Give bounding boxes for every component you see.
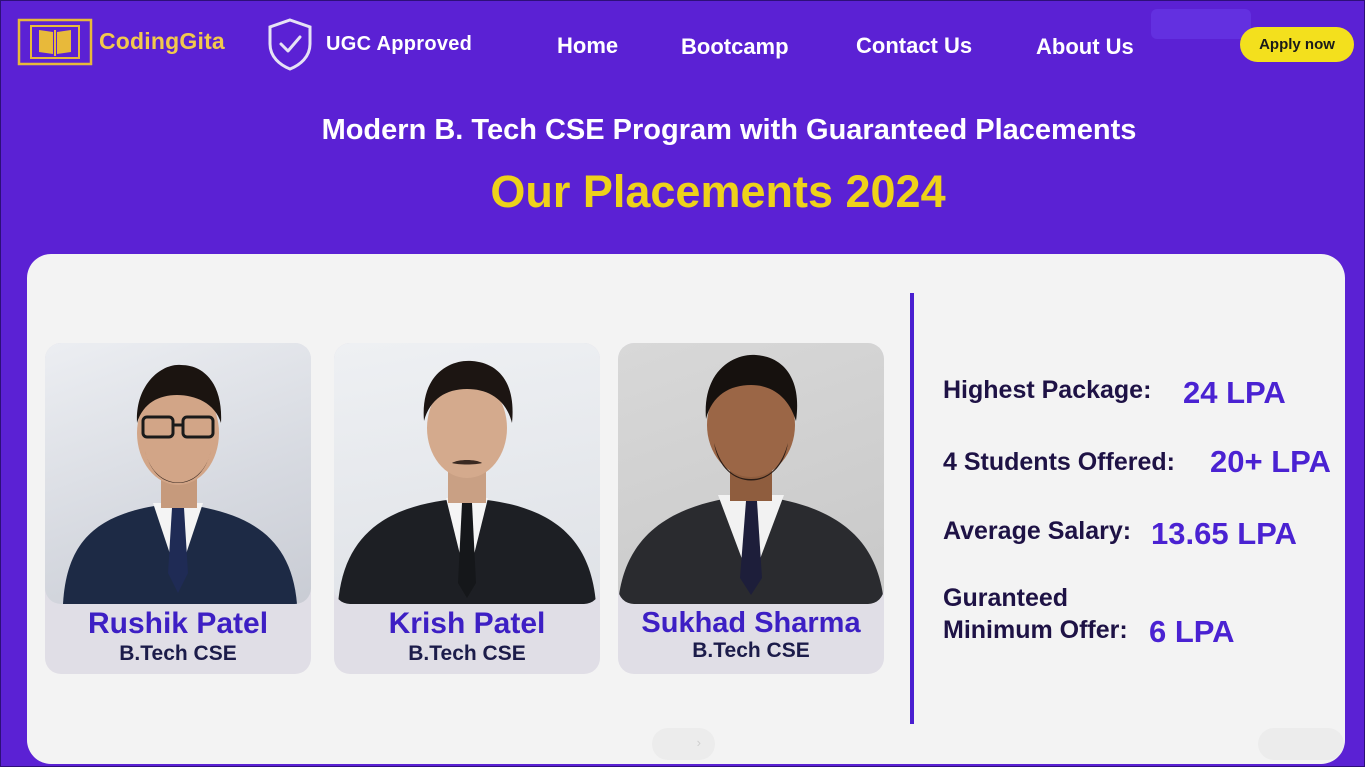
hero-subtitle: Modern B. Tech CSE Program with Guarante…	[321, 114, 1137, 146]
guaranteed-label: Guranteed	[943, 584, 1069, 612]
nav-contact-us[interactable]: Contact Us	[856, 33, 972, 59]
student-photo	[618, 343, 884, 604]
highest-package-label: Highest Package:	[943, 376, 1152, 404]
stats-divider	[910, 293, 914, 724]
student-name: Sukhad Sharma	[641, 607, 861, 639]
apply-now-button[interactable]: Apply now	[1240, 27, 1354, 62]
student-degree: B.Tech CSE	[119, 642, 237, 665]
chevron-right-icon: ›	[696, 735, 701, 750]
student-degree: B.Tech CSE	[692, 639, 810, 662]
student-degree: B.Tech CSE	[408, 642, 526, 665]
students-offered-label: 4 Students Offered:	[943, 448, 1175, 476]
nav-bootcamp[interactable]: Bootcamp	[681, 34, 789, 60]
ugc-badge: UGC Approved	[266, 17, 472, 71]
student-card: Krish Patel B.Tech CSE	[334, 343, 600, 674]
student-card: Sukhad Sharma B.Tech CSE	[618, 343, 884, 674]
brand-name: CodingGita	[99, 27, 225, 54]
ghost-button-shadow	[1151, 9, 1251, 39]
brand-logo[interactable]: CodingGita	[17, 18, 225, 66]
student-photo	[45, 343, 311, 604]
book-logo-icon	[17, 18, 93, 66]
placements-heading: Our Placements 2024	[490, 166, 946, 217]
nav-about-us[interactable]: About Us	[1036, 34, 1134, 60]
student-card: Rushik Patel B.Tech CSE	[45, 343, 311, 674]
nav-home[interactable]: Home	[557, 33, 618, 59]
average-salary-label: Average Salary:	[943, 517, 1132, 545]
students-offered-value: 20+ LPA	[1210, 444, 1331, 479]
carousel-pager[interactable]: ›	[652, 728, 715, 760]
minimum-offer-label: Minimum Offer:	[943, 616, 1128, 644]
floating-widget[interactable]	[1258, 728, 1344, 760]
page: CodingGita UGC Approved Home Bootcamp Co…	[0, 0, 1365, 767]
average-salary-value: 13.65 LPA	[1151, 516, 1297, 551]
shield-check-icon	[268, 18, 312, 71]
highest-package-value: 24 LPA	[1183, 375, 1286, 410]
ugc-label: UGC Approved	[326, 32, 473, 55]
student-name: Rushik Patel	[87, 607, 269, 640]
minimum-offer-value: 6 LPA	[1149, 614, 1235, 649]
student-name: Krish Patel	[388, 607, 546, 640]
student-photo	[334, 343, 600, 604]
